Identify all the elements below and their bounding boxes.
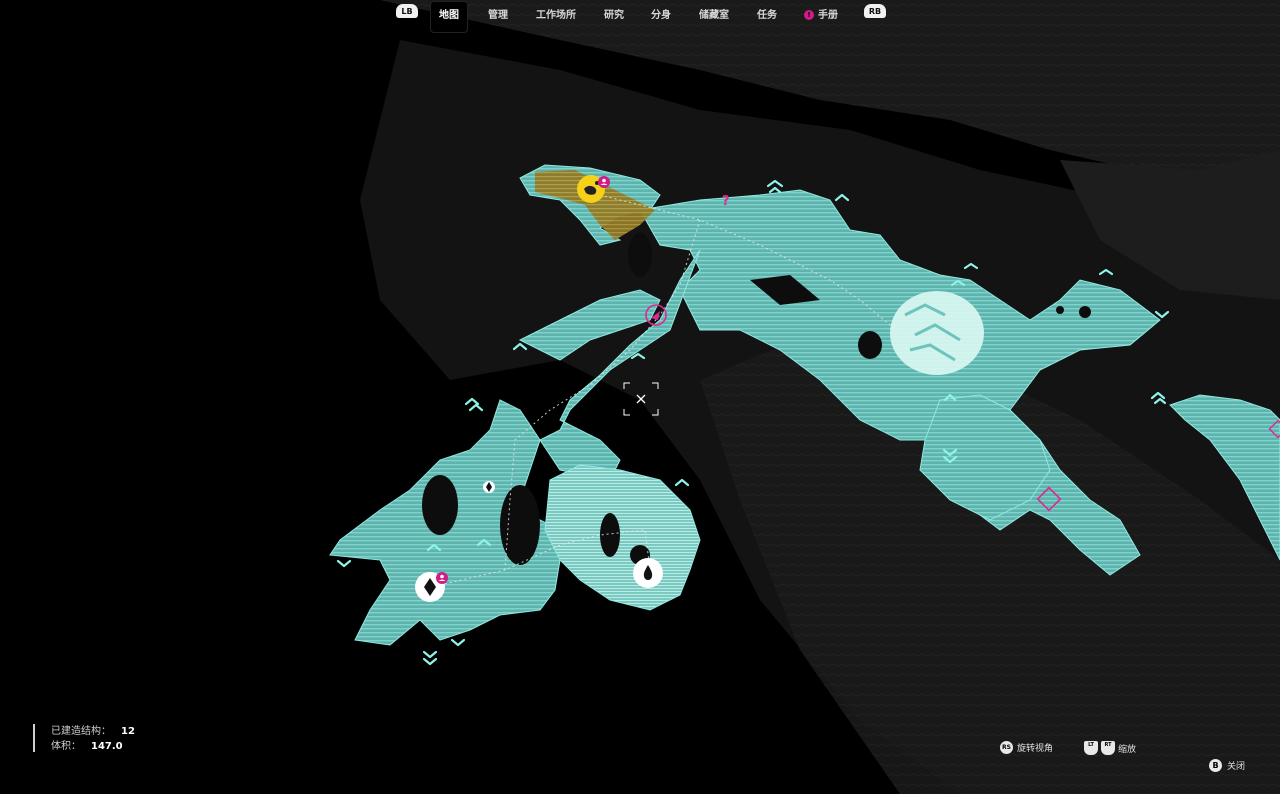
volume-value: 147.0 — [91, 741, 123, 752]
alert-badge-icon: ! — [804, 10, 814, 20]
chevron-up-icon — [336, 559, 352, 568]
map-view[interactable]: ? — [0, 0, 1280, 794]
structures-value: 12 — [121, 726, 135, 737]
chevron-up-icon — [450, 638, 466, 647]
zoom-hint[interactable]: LT RT 缩放 — [1084, 741, 1136, 755]
chevron-up-icon — [422, 650, 438, 666]
tab-map[interactable]: 地图 — [430, 1, 468, 33]
tab-clones[interactable]: 分身 — [651, 6, 671, 21]
structures-label: 已建造结构： — [51, 726, 111, 737]
build-stats-panel: 已建造结构： 12 体积： 147.0 — [33, 724, 135, 752]
tab-handbook[interactable]: ! 手册 — [804, 6, 838, 21]
terrain-background — [360, 0, 1280, 794]
rotate-view-label: 旋转视角 — [1017, 744, 1054, 754]
base-marker-icon[interactable] — [890, 291, 984, 375]
rb-button[interactable]: RB — [864, 4, 886, 18]
volume-label: 体积： — [51, 741, 81, 752]
resource-diamond-icon[interactable] — [483, 481, 495, 493]
zoom-label: 缩放 — [1118, 744, 1137, 755]
rs-button-icon: RS — [1000, 741, 1013, 754]
chevron-up-icon — [674, 478, 690, 487]
structures-row: 已建造结构： 12 — [51, 724, 135, 739]
tab-handbook-label: 手册 — [818, 10, 838, 21]
lb-button[interactable]: LB — [396, 4, 418, 18]
top-navigation: LB 地图 管理 工作场所 研究 分身 储藏室 任务 ! 手册 RB — [0, 0, 1280, 34]
water-drop-icon[interactable] — [633, 558, 663, 588]
tab-storage[interactable]: 储藏室 — [699, 6, 729, 21]
close-hint[interactable]: B 关闭 — [1209, 759, 1245, 772]
rotate-view-hint[interactable]: RS 旋转视角 — [1000, 741, 1053, 754]
lt-button-icon: LT — [1084, 741, 1098, 755]
close-label: 关闭 — [1227, 762, 1246, 772]
tab-tasks[interactable]: 任务 — [757, 6, 777, 21]
chevron-up-icon — [464, 397, 484, 412]
volume-row: 体积： 147.0 — [51, 739, 135, 754]
tab-management[interactable]: 管理 — [488, 6, 508, 21]
game-map-screen: ? LB 地图 管理 工作场所 研究 分身 储藏室 任务 ! 手册 RB 已建造… — [0, 0, 1280, 794]
b-button-icon: B — [1209, 759, 1222, 772]
tab-research[interactable]: 研究 — [604, 6, 624, 21]
rt-button-icon: RT — [1101, 741, 1115, 755]
tab-workplace[interactable]: 工作场所 — [536, 6, 576, 21]
question-mark-icon[interactable]: ? — [722, 194, 730, 209]
